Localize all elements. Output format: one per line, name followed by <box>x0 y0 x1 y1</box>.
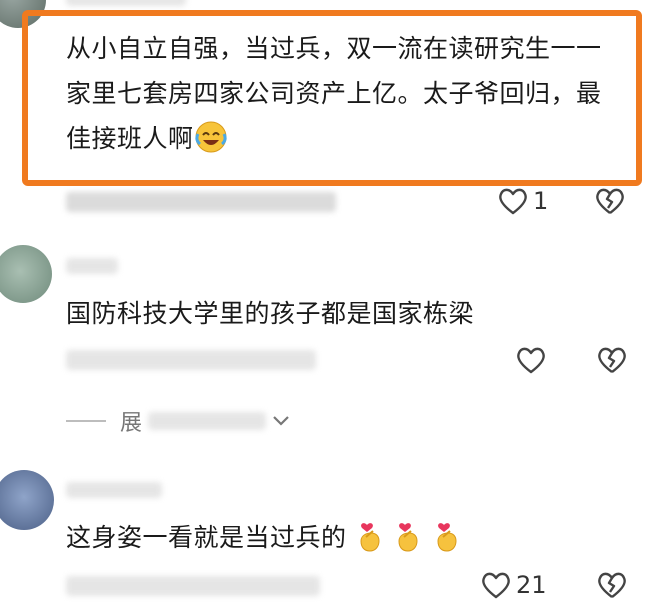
like-count: 21 <box>516 571 547 599</box>
expand-label: 展 <box>120 411 143 436</box>
expand-count-blurred <box>148 412 267 430</box>
avatar[interactable] <box>0 245 52 303</box>
emoji-group <box>355 523 462 552</box>
heart-outline-icon <box>482 572 510 599</box>
like-count: 1 <box>533 187 549 215</box>
like-button[interactable] <box>515 345 547 375</box>
chevron-down-icon <box>273 416 289 426</box>
broken-heart-icon <box>598 347 626 373</box>
username-blurred <box>66 0 186 6</box>
finger-heart-icon <box>437 523 457 552</box>
expand-replies-button[interactable]: 展 <box>66 405 290 437</box>
avatar[interactable] <box>0 0 46 28</box>
finger-heart-icon <box>398 523 418 552</box>
username-blurred <box>66 482 162 498</box>
meta-blurred <box>66 192 336 212</box>
broken-heart-icon <box>596 188 624 214</box>
avatar[interactable] <box>0 470 54 530</box>
like-button[interactable]: 1 <box>497 186 548 216</box>
broken-heart-icon <box>598 572 626 598</box>
like-button[interactable]: 21 <box>480 570 547 600</box>
heart-outline-icon <box>517 347 545 374</box>
meta-blurred <box>66 576 320 596</box>
heart-outline-icon <box>499 188 527 215</box>
meta-blurred <box>66 350 316 370</box>
comment-text: 国防科技大学里的孩子都是国家栋梁 <box>66 299 475 328</box>
dislike-button[interactable] <box>594 186 626 216</box>
divider <box>66 420 106 422</box>
comment-text: 这身姿一看就是当过兵的 <box>66 515 462 560</box>
dislike-button[interactable] <box>596 345 628 375</box>
comment-text: 从小自立自强，当过兵，双一流在读研究生一一家里七套房四家公司资产上亿。太子爷回归… <box>66 34 602 153</box>
finger-heart-icon <box>360 523 380 552</box>
face-with-tears-of-joy-icon <box>194 121 227 153</box>
username-blurred <box>66 258 118 274</box>
dislike-button[interactable] <box>596 570 628 600</box>
